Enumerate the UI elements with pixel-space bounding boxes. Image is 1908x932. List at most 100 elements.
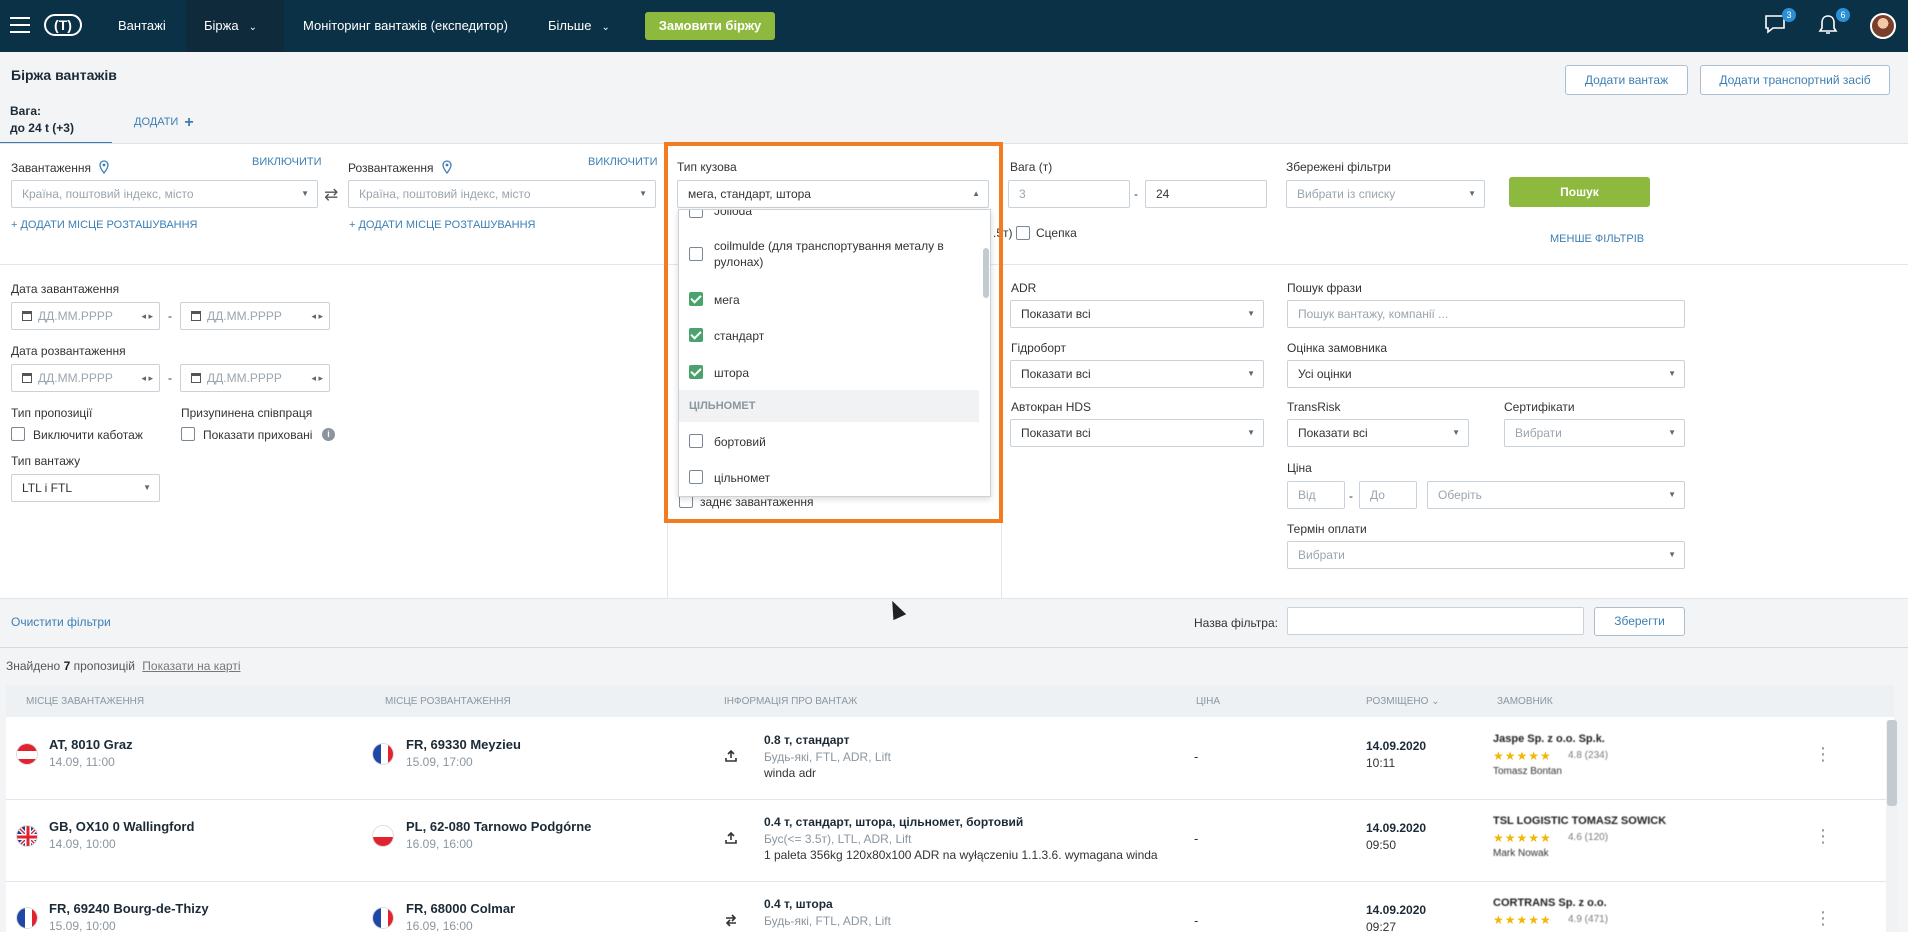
loading-exclude-toggle[interactable]: ВИКЛЮЧИТИ xyxy=(252,156,321,168)
dropdown-scrollbar[interactable] xyxy=(980,210,990,496)
loading-add-place-link[interactable]: + ДОДАТИ МІСЦЕ РОЗТАШУВАННЯ xyxy=(11,219,198,231)
chevron-down-icon: ▼ xyxy=(1668,490,1676,499)
clear-filters-link[interactable]: Очистити фільтри xyxy=(11,615,111,629)
dropdown-option[interactable]: мега xyxy=(679,292,979,312)
scrollbar-thumb[interactable] xyxy=(983,248,989,298)
loading-location-input[interactable]: Країна, поштовий індекс, місто ▼ xyxy=(11,180,318,208)
search-button[interactable]: Пошук xyxy=(1509,177,1650,207)
column-header[interactable]: Інформація про вантаж xyxy=(724,696,857,707)
column-header[interactable]: Місце розвантаження xyxy=(385,696,511,707)
dropdown-option[interactable]: цільномет xyxy=(679,470,979,490)
option-checkbox[interactable] xyxy=(689,292,703,306)
order-exchange-button[interactable]: Замовити біржу xyxy=(645,12,775,40)
rating-stars: ★★★★★ xyxy=(1493,913,1552,927)
table-header: Місце завантаження Місце розвантаження І… xyxy=(6,685,1894,717)
more-options-icon[interactable]: ⋮ xyxy=(1814,909,1832,927)
option-checkbox[interactable] xyxy=(689,365,703,379)
transrisk-select[interactable]: Показати всі ▼ xyxy=(1287,419,1469,447)
add-tab-button[interactable]: ДОДАТИ + xyxy=(134,114,194,132)
more-options-icon[interactable]: ⋮ xyxy=(1814,827,1832,845)
table-scrollbar[interactable] xyxy=(1886,720,1898,932)
add-cargo-button[interactable]: Додати вантаж xyxy=(1565,65,1688,95)
location-pin-icon xyxy=(442,160,452,175)
show-hidden-checkbox[interactable] xyxy=(181,427,195,441)
dropdown-option[interactable]: coilmulde (для транспортування металу в … xyxy=(679,238,979,272)
user-avatar[interactable] xyxy=(1870,13,1896,39)
customer-name[interactable]: CORTRANS Sp. z o.o. xyxy=(1493,897,1607,909)
from-date: 15.09, 10:00 xyxy=(49,919,116,932)
messages-badge: 3 xyxy=(1782,8,1796,22)
info-icon[interactable]: i xyxy=(322,428,335,441)
option-checkbox[interactable] xyxy=(689,247,703,261)
adr-select[interactable]: Показати всі ▼ xyxy=(1010,300,1264,328)
unloading-date-to[interactable]: ДД.ММ.РРРР ◂ ▸ xyxy=(180,364,330,392)
dropdown-option[interactable]: штора xyxy=(679,365,979,385)
loading-date-from[interactable]: ДД.ММ.РРРР ◂ ▸ xyxy=(11,302,160,330)
dropdown-option[interactable]: Jolloda xyxy=(679,210,979,228)
filter-name-input[interactable] xyxy=(1287,607,1584,635)
table-row[interactable]: AT, 8010 Graz 14.09, 11:00 FR, 69330 Mey… xyxy=(6,719,1886,800)
save-filter-button[interactable]: Зберегти xyxy=(1594,607,1685,636)
from-city: FR, 69240 Bourg-de-Thizy xyxy=(49,901,209,916)
flag-poland-icon xyxy=(372,825,394,847)
body-type-dropdown[interactable]: Jolloda coilmulde (для транспортування м… xyxy=(678,209,991,497)
column-header-sorted[interactable]: Розміщено ⌄ xyxy=(1366,696,1440,707)
table-row[interactable]: GB, OX10 0 Wallingford 14.09, 10:00 PL, … xyxy=(6,801,1886,882)
cargo-title: 0.4 т, стандарт, штора, цільномет, борто… xyxy=(764,815,1024,829)
exclude-cabotage-checkbox[interactable] xyxy=(11,427,25,441)
loading-date-label: Дата завантаження xyxy=(11,282,120,296)
certificates-select[interactable]: Вибрати ▼ xyxy=(1504,419,1685,447)
trailer-checkbox[interactable] xyxy=(1016,226,1030,240)
column-header[interactable]: Місце завантаження xyxy=(26,696,144,707)
nav-item-exchange[interactable]: Біржа ⌄ xyxy=(186,0,284,52)
messages-icon[interactable]: 3 xyxy=(1764,8,1796,38)
column-header[interactable]: Ціна xyxy=(1196,696,1220,707)
table-row[interactable]: FR, 69240 Bourg-de-Thizy 15.09, 10:00 FR… xyxy=(6,883,1886,932)
option-checkbox[interactable] xyxy=(689,328,703,342)
unloading-add-place-link[interactable]: + ДОДАТИ МІСЦЕ РОЗТАШУВАННЯ xyxy=(349,219,536,231)
saved-filters-select[interactable]: Вибрати із списку ▼ xyxy=(1286,180,1485,208)
customer-name[interactable]: Jaspe Sp. z o.o. Sp.k. xyxy=(1493,733,1605,745)
location-pin-icon xyxy=(99,160,109,175)
customer-name[interactable]: TSL LOGISTIC TOMASZ SOWICK xyxy=(1493,815,1666,827)
weight-from-input[interactable]: 3 xyxy=(1008,180,1130,208)
price-to-input[interactable]: До xyxy=(1359,481,1417,509)
calendar-icon xyxy=(191,373,201,383)
brand-logo[interactable]: (T) xyxy=(44,14,82,36)
weight-to-input[interactable]: 24 xyxy=(1145,180,1267,208)
tab-weight-filter[interactable]: Вага: до 24 t (+3) xyxy=(0,100,112,144)
loading-date-to[interactable]: ДД.ММ.РРРР ◂ ▸ xyxy=(180,302,330,330)
nav-item-more[interactable]: Більше ⌄ xyxy=(530,0,628,52)
unloading-exclude-toggle[interactable]: ВИКЛЮЧИТИ xyxy=(588,156,657,168)
price-from-input[interactable]: Від xyxy=(1287,481,1345,509)
nav-item-monitoring[interactable]: Моніторинг вантажів (експедитор) xyxy=(285,0,526,52)
swap-icon[interactable]: ⇄ xyxy=(324,185,338,205)
fewer-filters-link[interactable]: МЕНШЕ ФІЛЬТРІВ xyxy=(1550,233,1644,245)
show-on-map-link[interactable]: Показати на карті xyxy=(142,659,240,673)
crane-select[interactable]: Показати всі ▼ xyxy=(1010,419,1264,447)
chevron-down-icon: ▼ xyxy=(1247,428,1255,437)
column-header[interactable]: Замовник xyxy=(1497,696,1553,707)
unloading-date-from[interactable]: ДД.ММ.РРРР ◂ ▸ xyxy=(11,364,160,392)
menu-icon[interactable] xyxy=(10,17,30,33)
dropdown-option[interactable]: стандарт xyxy=(679,328,979,348)
unloading-location-input[interactable]: Країна, поштовий індекс, місто ▼ xyxy=(348,180,656,208)
add-vehicle-button[interactable]: Додати транспортний засіб xyxy=(1700,65,1890,95)
option-checkbox[interactable] xyxy=(689,434,703,448)
currency-select[interactable]: Оберіть ▼ xyxy=(1427,481,1685,509)
hydroboard-select[interactable]: Показати всі ▼ xyxy=(1010,360,1264,388)
scrollbar-thumb[interactable] xyxy=(1887,720,1897,806)
more-options-icon[interactable]: ⋮ xyxy=(1814,745,1832,763)
option-checkbox[interactable] xyxy=(689,210,703,218)
customer-contact[interactable]: Mark Nowak xyxy=(1493,848,1549,859)
payment-term-select[interactable]: Вибрати ▼ xyxy=(1287,541,1685,569)
dropdown-option[interactable]: бортовий xyxy=(679,434,979,454)
option-checkbox[interactable] xyxy=(689,470,703,484)
notifications-icon[interactable]: 6 xyxy=(1818,8,1850,38)
cargo-type-select[interactable]: LTL і FTL ▼ xyxy=(11,474,160,502)
nav-item-cargo[interactable]: Вантажі xyxy=(100,0,184,52)
customer-rating-select[interactable]: Усі оцінки ▼ xyxy=(1287,360,1685,388)
customer-contact[interactable]: Tomasz Bontan xyxy=(1493,766,1562,777)
phrase-search-input[interactable]: Пошук вантажу, компанії ... xyxy=(1287,300,1685,328)
exclude-cabotage-label: Виключити каботаж xyxy=(33,428,143,442)
